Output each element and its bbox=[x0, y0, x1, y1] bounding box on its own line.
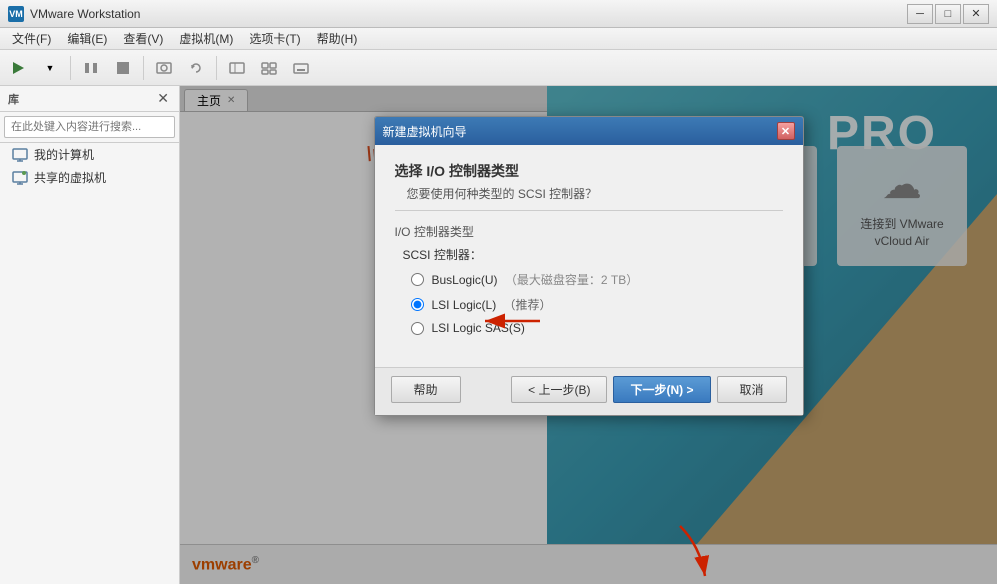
lsi-logic-note: （推荐） bbox=[504, 298, 552, 312]
dialog-section-label: I/O 控制器类型 bbox=[395, 223, 783, 240]
dialog-header-section: 选择 I/O 控制器类型 您要使用何种类型的 SCSI 控制器？ bbox=[395, 161, 783, 211]
toolbar-unity[interactable] bbox=[255, 54, 283, 82]
share-icon bbox=[12, 170, 28, 186]
titlebar-left: VM VMware Workstation bbox=[8, 6, 140, 22]
dialog-header-title: 选择 I/O 控制器类型 bbox=[395, 161, 783, 181]
lsi-logic-option[interactable]: LSI Logic(L) （推荐） bbox=[411, 296, 783, 313]
next-button[interactable]: 下一步(N) > bbox=[613, 376, 710, 403]
toolbar-snap[interactable] bbox=[150, 54, 178, 82]
stop-icon bbox=[114, 59, 132, 77]
dialog-header-sub: 您要使用何种类型的 SCSI 控制器？ bbox=[407, 185, 783, 202]
snapshot-icon bbox=[155, 59, 173, 77]
toolbar-suspend[interactable] bbox=[77, 54, 105, 82]
toolbar-revert[interactable] bbox=[182, 54, 210, 82]
computer-icon bbox=[12, 147, 28, 163]
back-button[interactable]: < 上一步(B) bbox=[511, 376, 607, 403]
toolbar-dropdown[interactable]: ▼ bbox=[36, 54, 64, 82]
main-area: 库 ✕ 我的计算机 共享的虚拟机 bbox=[0, 86, 997, 584]
toolbar: ▼ bbox=[0, 50, 997, 86]
menu-tab[interactable]: 选项卡(T) bbox=[241, 28, 308, 49]
toolbar-sep-3 bbox=[216, 56, 217, 80]
titlebar-buttons: ─ □ ✕ bbox=[907, 4, 989, 24]
sidebar-search-container bbox=[0, 112, 179, 143]
next-button-arrow bbox=[620, 516, 740, 584]
close-button[interactable]: ✕ bbox=[963, 4, 989, 24]
buslogic-option[interactable]: BusLogic(U) （最大磁盘容量：2 TB） bbox=[411, 271, 783, 288]
dialog-footer-right: < 上一步(B) 下一步(N) > 取消 bbox=[511, 376, 786, 403]
sidebar-label: 库 bbox=[8, 91, 19, 107]
unity-icon bbox=[260, 59, 278, 77]
dialog-body: 选择 I/O 控制器类型 您要使用何种类型的 SCSI 控制器？ I/O 控制器… bbox=[375, 145, 803, 367]
titlebar: VM VMware Workstation ─ □ ✕ bbox=[0, 0, 997, 28]
sidebar-mycomputer-label: 我的计算机 bbox=[34, 146, 94, 163]
dialog-titlebar: 新建虚拟机向导 ✕ bbox=[375, 117, 803, 145]
menu-edit[interactable]: 编辑(E) bbox=[59, 28, 115, 49]
sidebar-shared-label: 共享的虚拟机 bbox=[34, 169, 106, 186]
new-vm-wizard-dialog: 新建虚拟机向导 ✕ 选择 I/O 控制器类型 您要使用何种类型的 SCSI 控制… bbox=[374, 116, 804, 416]
dialog-footer: 帮助 < 上一步(B) 下一步(N) > 取消 bbox=[375, 367, 803, 415]
scsi-controller-options: BusLogic(U) （最大磁盘容量：2 TB） LSI Logic(L) （… bbox=[411, 271, 783, 335]
menubar: 文件(F) 编辑(E) 查看(V) 虚拟机(M) 选项卡(T) 帮助(H) bbox=[0, 28, 997, 50]
toolbar-sep-2 bbox=[143, 56, 144, 80]
dialog-subsection-label: SCSI 控制器： bbox=[403, 246, 783, 263]
menu-vm[interactable]: 虚拟机(M) bbox=[171, 28, 241, 49]
sidebar: 库 ✕ 我的计算机 共享的虚拟机 bbox=[0, 86, 180, 584]
app-title: VMware Workstation bbox=[30, 7, 140, 21]
sidebar-item-mycomputer[interactable]: 我的计算机 bbox=[0, 143, 179, 166]
dialog-title: 新建虚拟机向导 bbox=[383, 123, 467, 140]
toolbar-sep-1 bbox=[70, 56, 71, 80]
search-input[interactable] bbox=[4, 116, 175, 138]
lsi-logic-sas-option[interactable]: LSI Logic SAS(S) bbox=[411, 321, 783, 335]
sidebar-close-btn[interactable]: ✕ bbox=[155, 90, 171, 107]
menu-help[interactable]: 帮助(H) bbox=[309, 28, 366, 49]
suspend-icon bbox=[82, 59, 100, 77]
toolbar-fullscreen[interactable] bbox=[223, 54, 251, 82]
keyboard-icon bbox=[292, 59, 310, 77]
sidebar-item-shared[interactable]: 共享的虚拟机 bbox=[0, 166, 179, 189]
minimize-button[interactable]: ─ bbox=[907, 4, 933, 24]
lsi-logic-radio[interactable] bbox=[411, 298, 424, 311]
buslogic-label[interactable]: BusLogic(U) （最大磁盘容量：2 TB） bbox=[432, 271, 639, 288]
toolbar-stop[interactable] bbox=[109, 54, 137, 82]
cancel-button[interactable]: 取消 bbox=[717, 376, 787, 403]
menu-file[interactable]: 文件(F) bbox=[4, 28, 59, 49]
dialog-close-button[interactable]: ✕ bbox=[777, 122, 795, 140]
restore-button[interactable]: □ bbox=[935, 4, 961, 24]
revert-icon bbox=[187, 59, 205, 77]
buslogic-radio[interactable] bbox=[411, 273, 424, 286]
buslogic-note: （最大磁盘容量：2 TB） bbox=[505, 273, 638, 287]
content-area: 主页 ✕ PRO ☁ 连接到 VMwarevCloud Air 🖥 器 vmwa… bbox=[180, 86, 997, 584]
play-icon bbox=[9, 59, 27, 77]
fullscreen-icon bbox=[228, 59, 246, 77]
toolbar-ctrlaltdel[interactable] bbox=[287, 54, 315, 82]
toolbar-power-btn[interactable] bbox=[4, 54, 32, 82]
menu-view[interactable]: 查看(V) bbox=[115, 28, 171, 49]
lsi-sas-radio[interactable] bbox=[411, 322, 424, 335]
lsi-sas-label[interactable]: LSI Logic SAS(S) bbox=[432, 321, 525, 335]
lsi-logic-label[interactable]: LSI Logic(L) （推荐） bbox=[432, 296, 552, 313]
help-button[interactable]: 帮助 bbox=[391, 376, 461, 403]
dialog-overlay: 新建虚拟机向导 ✕ 选择 I/O 控制器类型 您要使用何种类型的 SCSI 控制… bbox=[180, 86, 997, 584]
app-icon: VM bbox=[8, 6, 24, 22]
